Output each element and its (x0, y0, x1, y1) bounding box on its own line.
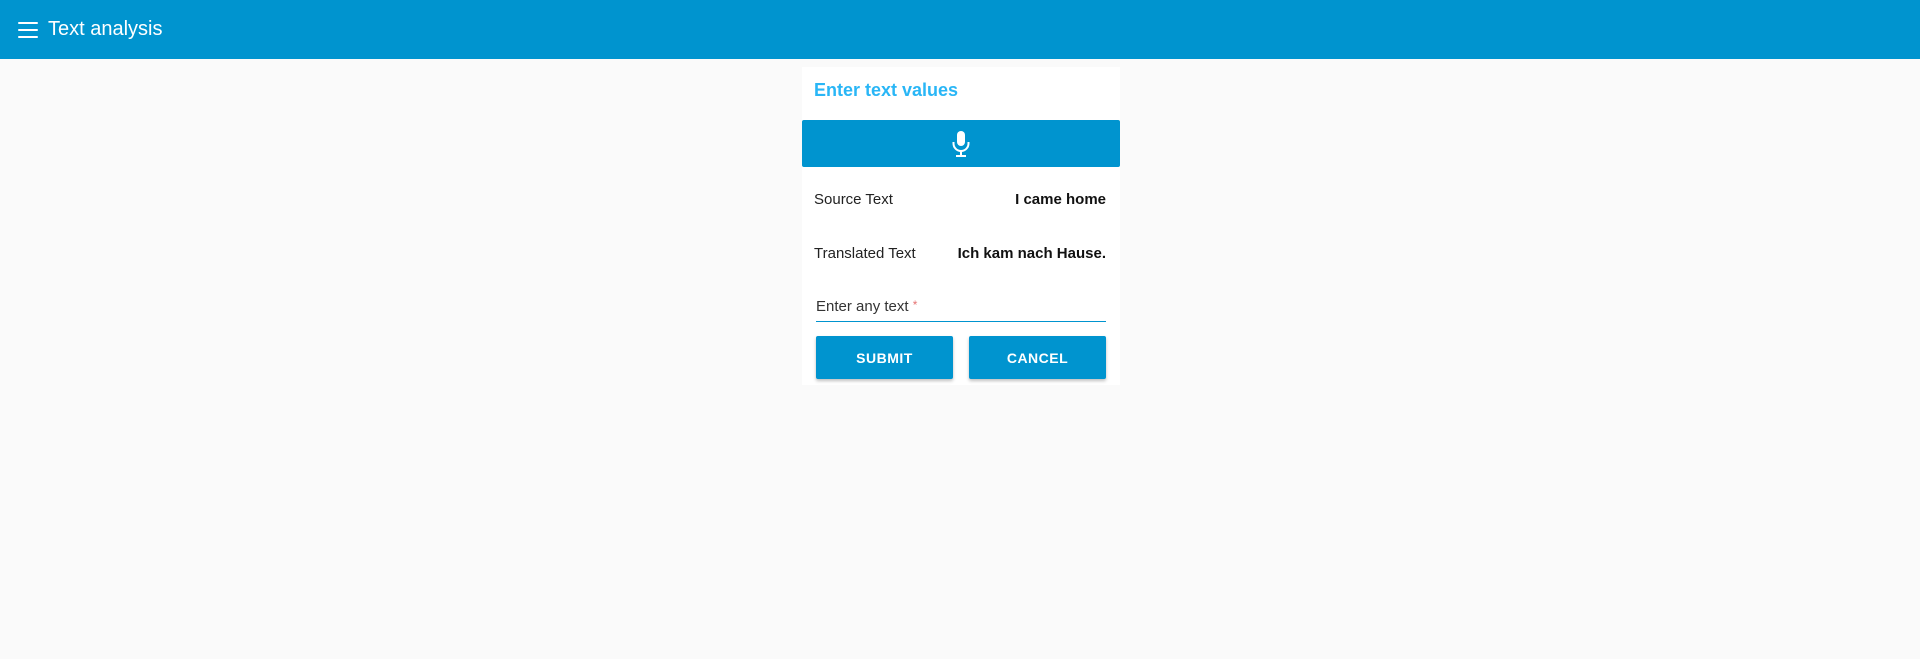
translated-text-value: Ich kam nach Hause. (957, 244, 1106, 262)
translated-text-row: Translated Text Ich kam nach Hause. (814, 241, 1106, 265)
text-input-field: Enter any text * (816, 293, 1106, 322)
cancel-button[interactable]: CANCEL (969, 336, 1106, 379)
app-header: Text analysis (0, 0, 1920, 59)
source-text-value: I came home (1015, 190, 1106, 208)
hamburger-menu-icon[interactable] (18, 21, 38, 38)
text-values-card: Enter text values Source Text I came hom… (802, 67, 1120, 385)
translated-text-label: Translated Text (814, 244, 916, 262)
source-text-row: Source Text I came home (814, 187, 1106, 211)
app-title: Text analysis (48, 18, 163, 40)
source-text-label: Source Text (814, 190, 893, 208)
microphone-icon (952, 130, 970, 157)
text-input[interactable] (816, 293, 1106, 321)
microphone-button[interactable] (802, 120, 1120, 167)
submit-button[interactable]: SUBMIT (816, 336, 953, 379)
card-title: Enter text values (814, 80, 959, 100)
